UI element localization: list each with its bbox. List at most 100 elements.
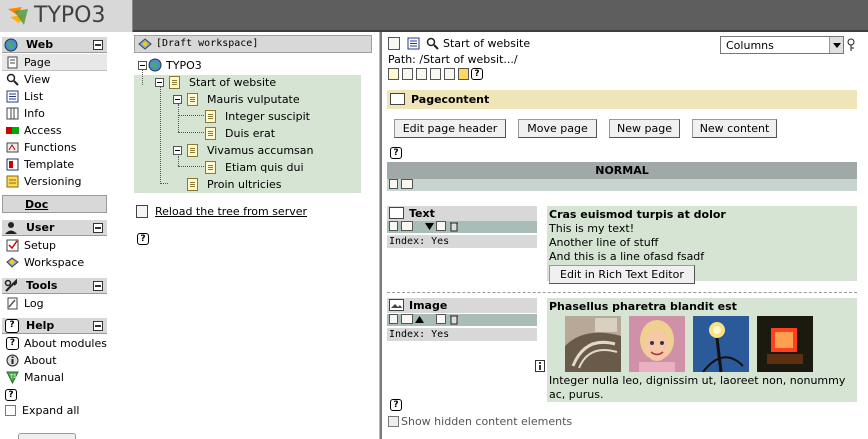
module-item-about[interactable]: About bbox=[2, 352, 107, 369]
view-mode-select[interactable]: Columns bbox=[720, 36, 844, 54]
module-group-help[interactable]: ? Help bbox=[2, 317, 107, 334]
page-tree-panel: [Draft workspace] TYPO3 Start of website… bbox=[128, 32, 378, 439]
list-icon[interactable] bbox=[407, 37, 420, 50]
content-line: Another line of stuff bbox=[549, 236, 659, 249]
module-item-label: Versioning bbox=[24, 175, 82, 188]
move-icon[interactable] bbox=[402, 68, 413, 80]
logo-text: TYPO3 bbox=[34, 3, 106, 28]
new-page-button[interactable]: New page bbox=[609, 119, 680, 138]
expand-all-label: Expand all bbox=[22, 404, 80, 417]
workspace-bar[interactable]: [Draft workspace] bbox=[134, 35, 372, 53]
magnifier-icon[interactable] bbox=[426, 37, 439, 50]
new-content-icon[interactable] bbox=[401, 179, 413, 189]
page-icon bbox=[7, 56, 18, 69]
module-group-tools[interactable]: Tools bbox=[2, 277, 107, 294]
key-icon[interactable] bbox=[847, 38, 857, 52]
tree-connector bbox=[178, 132, 204, 133]
module-item-info[interactable]: Info bbox=[2, 105, 107, 122]
expand-all-checkbox[interactable] bbox=[5, 405, 16, 416]
module-item-versioning[interactable]: Versioning bbox=[2, 173, 107, 190]
page-icon[interactable] bbox=[388, 68, 399, 80]
hide-icon[interactable] bbox=[436, 314, 446, 324]
tree-connector bbox=[142, 70, 143, 85]
module-item-setup[interactable]: Setup bbox=[2, 237, 107, 254]
module-item-about-modules[interactable]: ? About modules bbox=[2, 335, 107, 352]
module-item-label: Page bbox=[24, 56, 51, 69]
tree-connector bbox=[178, 115, 204, 116]
tree-node-label: Duis erat bbox=[225, 127, 276, 140]
edit-icon[interactable] bbox=[416, 68, 427, 80]
edit-icon[interactable] bbox=[389, 314, 398, 324]
help-icon[interactable]: ? bbox=[137, 233, 149, 245]
hide-icon[interactable] bbox=[436, 221, 446, 231]
collapse-icon[interactable] bbox=[138, 61, 147, 70]
history-icon[interactable] bbox=[444, 68, 455, 80]
module-item-list[interactable]: List bbox=[2, 88, 107, 105]
collapse-icon[interactable] bbox=[173, 146, 182, 155]
move-down-icon[interactable] bbox=[425, 222, 434, 231]
image-thumbnail-lamp[interactable] bbox=[693, 316, 749, 372]
collapse-icon[interactable] bbox=[93, 40, 103, 50]
module-item-workspace[interactable]: Workspace bbox=[2, 254, 107, 271]
page-icon[interactable] bbox=[388, 37, 400, 50]
bottom-tab[interactable] bbox=[18, 433, 76, 439]
tree-connector bbox=[178, 156, 179, 166]
module-item-page[interactable]: Page bbox=[2, 54, 107, 71]
page-path: Path: /Start of websit.../ bbox=[388, 53, 518, 66]
new-content-button[interactable]: New content bbox=[692, 119, 777, 138]
edit-icon[interactable] bbox=[389, 179, 398, 189]
collapse-icon[interactable] bbox=[93, 223, 103, 233]
new-content-icon[interactable] bbox=[401, 221, 413, 231]
module-group-label: User bbox=[26, 221, 55, 234]
move-page-button[interactable]: Move page bbox=[518, 119, 597, 138]
show-hidden-checkbox[interactable] bbox=[388, 416, 399, 427]
collapse-icon[interactable] bbox=[155, 78, 164, 87]
image-thumbnail-girl[interactable] bbox=[629, 316, 685, 372]
module-item-template[interactable]: Template bbox=[2, 156, 107, 173]
image-thumbnail-red-light[interactable] bbox=[757, 316, 813, 372]
module-item-label: About modules bbox=[24, 337, 107, 350]
edit-icon[interactable] bbox=[389, 221, 398, 231]
move-up-icon[interactable] bbox=[415, 315, 424, 324]
typo3-logo-icon bbox=[8, 7, 28, 25]
content-element-type: Image bbox=[409, 299, 448, 312]
module-item-view[interactable]: View bbox=[2, 71, 107, 88]
tools-icon bbox=[4, 279, 17, 292]
column-label: NORMAL bbox=[595, 164, 649, 177]
module-item-functions[interactable]: Functions bbox=[2, 139, 107, 156]
edit-rte-button[interactable]: Edit in Rich Text Editor bbox=[549, 265, 695, 284]
help-icon[interactable]: ? bbox=[390, 399, 402, 411]
edit-page-header-button[interactable]: Edit page header bbox=[394, 119, 506, 138]
image-icon bbox=[389, 299, 404, 311]
collapse-icon[interactable] bbox=[93, 281, 103, 291]
versioning-icon bbox=[6, 175, 19, 188]
module-group-doc[interactable]: Doc bbox=[2, 195, 107, 213]
module-item-manual[interactable]: T3 Manual bbox=[2, 369, 107, 386]
module-item-log[interactable]: Log bbox=[2, 295, 107, 312]
versioning-icon[interactable] bbox=[458, 68, 469, 80]
image-thumbnail-stairs[interactable] bbox=[565, 316, 621, 372]
help-icon[interactable]: ? bbox=[390, 147, 402, 159]
image-thumbnails bbox=[535, 316, 855, 374]
info-icon[interactable] bbox=[535, 360, 545, 372]
content-element-type: Text bbox=[409, 207, 435, 220]
module-group-web[interactable]: Web bbox=[2, 36, 107, 53]
content-element-controls bbox=[387, 221, 537, 233]
info-columns-icon bbox=[6, 107, 19, 120]
tree-connector bbox=[178, 166, 204, 167]
delete-icon[interactable] bbox=[449, 221, 459, 232]
delete-icon[interactable] bbox=[449, 314, 459, 325]
svg-text:T3: T3 bbox=[9, 374, 16, 380]
page-icon bbox=[187, 144, 198, 157]
help-icon[interactable]: ? bbox=[471, 68, 483, 80]
module-group-user[interactable]: User bbox=[2, 219, 107, 236]
help-icon[interactable]: ? bbox=[5, 389, 17, 401]
logo[interactable]: TYPO3 bbox=[0, 0, 133, 32]
show-hidden-label: Show hidden content elements bbox=[401, 415, 573, 428]
collapse-icon[interactable] bbox=[93, 321, 103, 331]
new-page-icon[interactable] bbox=[430, 68, 441, 80]
module-item-access[interactable]: Access bbox=[2, 122, 107, 139]
new-content-icon[interactable] bbox=[401, 314, 413, 324]
refresh-icon bbox=[136, 205, 148, 218]
collapse-icon[interactable] bbox=[173, 95, 182, 104]
